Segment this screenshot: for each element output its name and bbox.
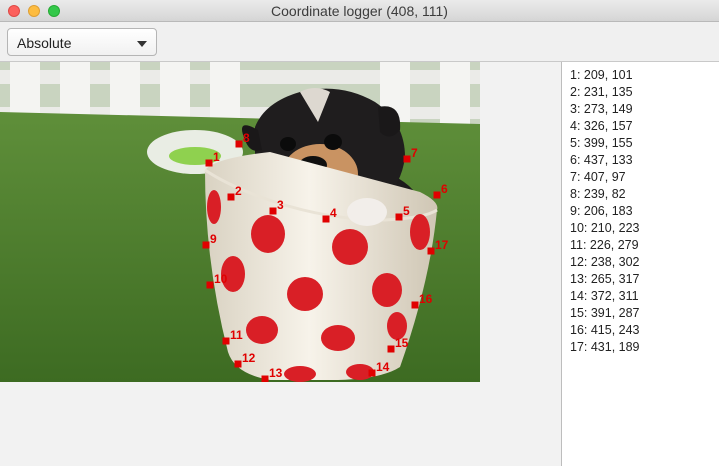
point-marker[interactable]	[322, 215, 330, 223]
log-entry: 14: 372, 311	[570, 289, 639, 303]
log-entry: 15: 391, 287	[570, 306, 640, 320]
log-entry: 10: 210, 223	[570, 221, 640, 235]
point-label: 7	[411, 146, 418, 160]
point-label: 9	[210, 232, 217, 246]
log-entry: 5: 399, 155	[570, 136, 633, 150]
point-marker[interactable]	[368, 369, 376, 377]
log-entry: 12: 238, 302	[570, 255, 640, 269]
point-label: 5	[403, 204, 410, 218]
coordinate-log-panel[interactable]: 1: 209, 101 2: 231, 135 3: 273, 149 4: 326,…	[561, 62, 719, 466]
canvas-area[interactable]: 1 2 3 4 5 6 7 8 9 10 11 12 13 14 15 16 17	[0, 62, 561, 466]
point-marker[interactable]	[205, 159, 213, 167]
point-label: 8	[243, 131, 250, 145]
point-label: 10	[214, 272, 228, 286]
point-marker[interactable]	[427, 247, 435, 255]
point-label: 16	[419, 292, 433, 306]
point-marker[interactable]	[222, 337, 230, 345]
coordinate-mode-value: Absolute	[17, 35, 72, 51]
point-label: 1	[213, 150, 220, 164]
dropdown-arrow-icon	[137, 41, 147, 47]
point-marker[interactable]	[411, 301, 419, 309]
log-entry: 8: 239, 82	[570, 187, 626, 201]
puppy-in-cup-photo[interactable]: 1234 5678910111213 14151617	[0, 62, 480, 382]
log-entry: 13: 265, 317	[570, 272, 640, 286]
window-title: Coordinate logger (408, 111)	[271, 3, 448, 19]
point-marker[interactable]	[403, 155, 411, 163]
log-entry: 2: 231, 135	[570, 85, 633, 99]
coordinate-mode-select[interactable]: Absolute	[7, 28, 157, 56]
log-entry: 17: 431, 189	[570, 340, 640, 354]
point-label: 2	[235, 184, 242, 198]
point-marker[interactable]	[202, 241, 210, 249]
point-marker[interactable]	[235, 140, 243, 148]
coordinate-log-list: 1: 209, 101 2: 231, 135 3: 273, 149 4: 326,…	[562, 62, 719, 356]
log-entry: 6: 437, 133	[570, 153, 633, 167]
point-marker[interactable]	[206, 281, 214, 289]
point-label: 6	[441, 182, 448, 196]
title-bar: Coordinate logger (408, 111)	[0, 0, 719, 22]
log-entry: 3: 273, 149	[570, 102, 633, 116]
point-label: 14	[376, 360, 390, 374]
point-label: 13	[269, 366, 283, 380]
point-label: 12	[242, 351, 256, 365]
point-label: 3	[277, 198, 284, 212]
point-marker[interactable]	[433, 191, 441, 199]
point-marker[interactable]	[227, 193, 235, 201]
log-entry: 4: 326, 157	[570, 119, 633, 133]
toolbar: Absolute	[0, 22, 719, 62]
point-marker[interactable]	[269, 207, 277, 215]
point-label: 17	[435, 238, 449, 252]
log-entry: 16: 415, 243	[570, 323, 640, 337]
point-marker[interactable]	[395, 213, 403, 221]
log-entry: 9: 206, 183	[570, 204, 633, 218]
log-entry: 11: 226, 279	[570, 238, 639, 252]
point-label: 4	[330, 206, 337, 220]
point-marker[interactable]	[387, 345, 395, 353]
point-label: 11	[230, 328, 243, 342]
log-entry: 7: 407, 97	[570, 170, 626, 184]
log-entry: 1: 209, 101	[570, 68, 633, 82]
point-marker[interactable]	[261, 375, 269, 383]
point-label: 15	[395, 336, 409, 350]
point-marker[interactable]	[234, 360, 242, 368]
